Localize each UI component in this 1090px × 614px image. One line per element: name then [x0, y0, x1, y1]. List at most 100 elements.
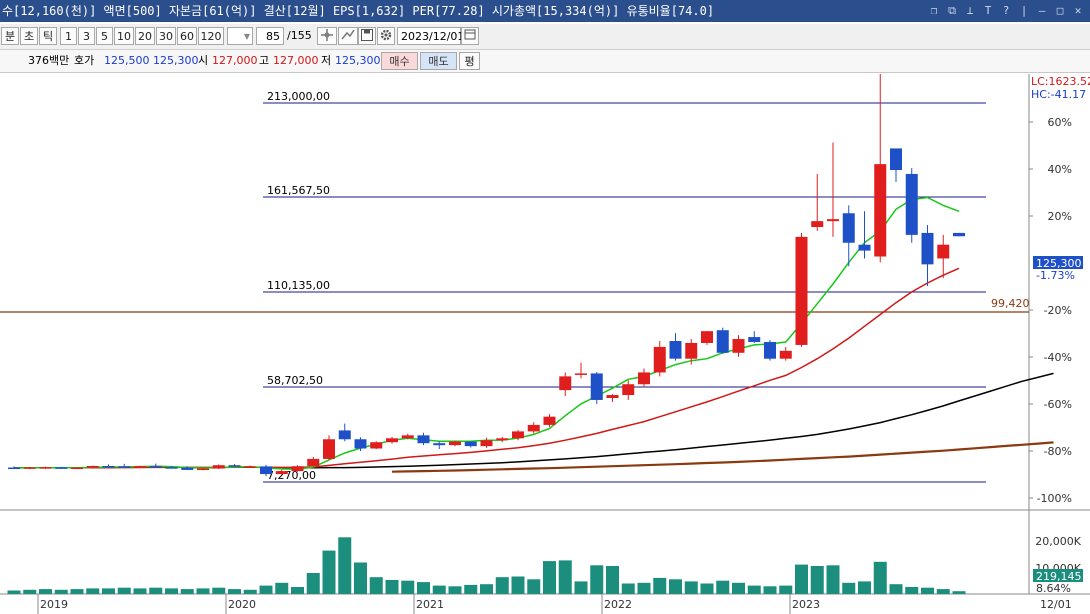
trendline-icon[interactable]	[338, 27, 358, 45]
new-window-icon[interactable]: ⧉	[944, 3, 960, 19]
candle-body	[827, 219, 839, 222]
candle-body	[653, 346, 666, 373]
candle-body	[401, 435, 414, 439]
ask-price: 125,300	[153, 54, 199, 67]
candle-body	[748, 337, 761, 342]
volume-bar	[432, 585, 446, 594]
x-axis-label: 2020	[228, 598, 256, 611]
volume-tick-label: 20,000K	[1035, 535, 1081, 548]
interval-60-button[interactable]: 60	[177, 27, 197, 45]
axis-tick-label: 40%	[1048, 163, 1072, 176]
candle-body	[953, 232, 965, 237]
candle-body	[512, 431, 524, 439]
volume-bar	[700, 583, 714, 594]
interval-5-button[interactable]: 5	[96, 27, 113, 45]
candle-body	[260, 466, 272, 475]
axis-tick-label: -100%	[1037, 492, 1072, 505]
last-change: -1.73%	[1036, 269, 1075, 282]
candle-body	[449, 441, 461, 446]
volume-bar	[543, 561, 556, 594]
tick-button[interactable]: 틱	[39, 27, 57, 45]
candle	[764, 340, 776, 361]
price-line-label: 7,270,00	[267, 469, 316, 482]
price-chart[interactable]: 213,000,00 161,567,50 110,135,00 58,702,50 7…	[0, 74, 1090, 614]
volume-bar	[228, 589, 241, 594]
interval-10-button[interactable]: 10	[114, 27, 134, 45]
restore-icon[interactable]: ❐	[926, 3, 942, 19]
volume-bar	[779, 585, 793, 594]
candle	[370, 441, 383, 450]
candle-body	[638, 372, 650, 385]
sell-button[interactable]: 매도	[420, 52, 457, 70]
volume-bar	[39, 589, 52, 594]
support-line-label: 99,420	[991, 297, 1030, 310]
chevron-down-icon: ▼	[243, 32, 250, 41]
volume-bar	[763, 586, 777, 594]
bid-price: 125,500	[104, 54, 150, 67]
minute-button[interactable]: 분	[1, 27, 19, 45]
text-icon[interactable]: T	[980, 3, 996, 19]
volume-bar	[102, 588, 115, 594]
volume-bar	[306, 573, 320, 594]
date-input[interactable]: 2023/12/01	[397, 27, 464, 45]
open-label: 시	[198, 54, 209, 67]
candle-body	[559, 376, 572, 391]
maximize-icon[interactable]: □	[1052, 3, 1068, 19]
calendar-icon[interactable]	[461, 27, 479, 45]
interval-3-button[interactable]: 3	[78, 27, 95, 45]
volume-bar	[369, 577, 383, 594]
eval-button[interactable]: 평	[459, 52, 480, 70]
close-icon[interactable]: ✕	[1070, 3, 1086, 19]
buy-button[interactable]: 매수	[381, 52, 418, 70]
count-input[interactable]: 85	[256, 27, 284, 45]
candle-body	[386, 438, 398, 443]
candle-body	[622, 384, 635, 396]
volume-bar	[858, 581, 871, 594]
settings-gear-icon[interactable]	[377, 27, 395, 45]
crosshair-icon[interactable]	[317, 27, 337, 45]
candle-body	[496, 438, 509, 441]
volume-bar	[936, 589, 950, 594]
volume-bar	[889, 584, 903, 594]
candle-body	[86, 465, 99, 468]
pin-icon[interactable]: ⊥	[962, 3, 978, 19]
volume-bar	[448, 586, 462, 594]
interval-20-button[interactable]: 20	[135, 27, 155, 45]
interval-120-button[interactable]: 120	[198, 27, 224, 45]
volume-bar	[637, 582, 651, 594]
candle-body	[732, 339, 745, 353]
volume-bar	[747, 585, 761, 594]
interval-dropdown[interactable]: ▼	[227, 27, 253, 45]
hc-label: HC:-41.17	[1031, 88, 1086, 101]
open-price: 127,000	[212, 54, 258, 67]
interval-30-button[interactable]: 30	[156, 27, 176, 45]
low-price: 125,300	[335, 54, 381, 67]
candle-body	[71, 467, 83, 470]
volume-bar	[558, 560, 572, 594]
axis-tick-label: -20%	[1044, 304, 1072, 317]
volume-bar	[952, 591, 966, 594]
candle-body	[921, 232, 934, 265]
volume-bar	[905, 587, 919, 594]
menu-icon[interactable]: ?	[998, 3, 1014, 19]
minimize-icon[interactable]: —	[1034, 3, 1050, 19]
candle-body	[764, 341, 776, 359]
interval-1-button[interactable]: 1	[60, 27, 77, 45]
candle-body	[354, 439, 367, 449]
count-total: /155	[287, 29, 312, 42]
second-button[interactable]: 초	[20, 27, 38, 45]
candle-body	[433, 443, 446, 446]
volume-bar	[70, 589, 84, 594]
candle-body	[181, 467, 194, 470]
volume-bar	[322, 550, 336, 594]
candle	[953, 232, 965, 237]
volume-bar	[417, 582, 430, 594]
candle-body	[543, 416, 556, 425]
candle-body	[8, 467, 20, 470]
volume-pct: 8.64%	[1036, 582, 1071, 595]
volume-bar	[826, 565, 840, 594]
volume-bar	[669, 579, 682, 594]
candle-body	[480, 440, 493, 447]
x-axis-label: 2023	[792, 598, 820, 611]
save-icon[interactable]	[358, 27, 376, 45]
